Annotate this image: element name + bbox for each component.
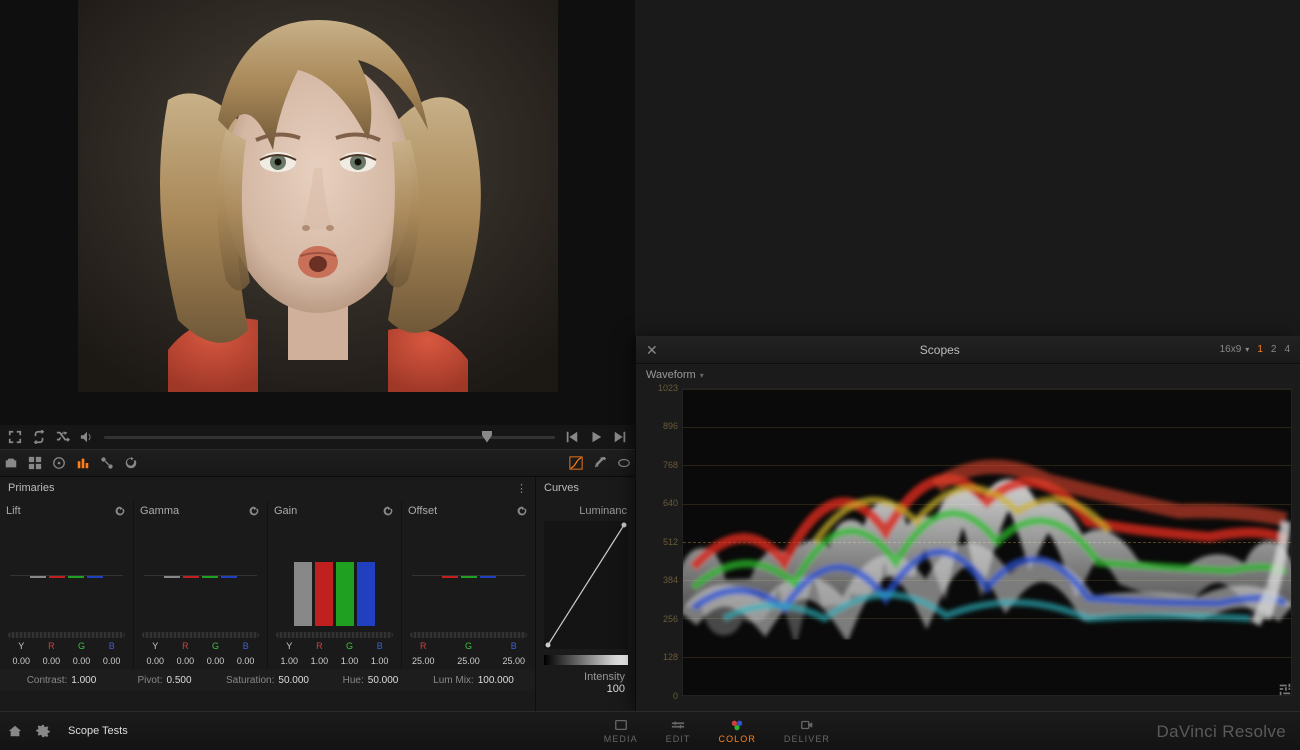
page-navbar: Scope Tests MEDIAEDITCOLORDELIVER	[0, 711, 1300, 750]
playback-bar	[0, 425, 635, 449]
nav-tab-media[interactable]: MEDIA	[590, 718, 652, 744]
loop-icon[interactable]	[32, 430, 46, 444]
bar-b[interactable]	[357, 562, 375, 626]
play-button[interactable]	[589, 430, 603, 444]
control-group-offset: Offset R25.00 G25.00 B25.00	[402, 501, 535, 669]
camera-raw-icon[interactable]	[4, 456, 18, 470]
param-hue:[interactable]: Hue:50.000	[319, 675, 422, 686]
project-name[interactable]: Scope Tests	[64, 725, 128, 737]
scope-settings-icon[interactable]	[1278, 682, 1292, 696]
qualifier-icon[interactable]	[617, 456, 631, 470]
expand-icon[interactable]	[8, 430, 22, 444]
param-pivot:[interactable]: Pivot:0.500	[113, 675, 216, 686]
param-lum mix:[interactable]: Lum Mix:100.000	[422, 675, 525, 686]
volume-icon[interactable]	[80, 430, 94, 444]
shuffle-icon[interactable]	[56, 430, 70, 444]
value-r[interactable]: R1.00	[305, 642, 334, 669]
curves-channel-label: Luminanc	[544, 501, 627, 521]
app-watermark: DaVinci Resolve	[1156, 722, 1286, 742]
color-toolbar	[0, 449, 635, 477]
value-b[interactable]: B0.00	[231, 642, 260, 669]
eyedropper-icon[interactable]	[593, 456, 607, 470]
bar-r[interactable]	[315, 562, 333, 626]
panel-menu-icon[interactable]: ⋮	[516, 482, 527, 495]
viewer-canvas[interactable]	[78, 0, 558, 392]
luma-ramp	[544, 655, 628, 665]
viewer-panel	[0, 0, 635, 430]
reset-icon[interactable]	[381, 504, 395, 518]
control-group-gain: Gain Y1.00R1.00G1.00B1.00	[268, 501, 402, 669]
intensity-value[interactable]: 100	[544, 683, 625, 695]
value-r[interactable]: R0.00	[171, 642, 200, 669]
curves-icon[interactable]	[569, 456, 583, 470]
home-icon[interactable]	[8, 724, 22, 738]
layout-4-button[interactable]: 4	[1284, 344, 1290, 355]
value-r[interactable]: R0.00	[37, 642, 66, 669]
value-b[interactable]: B1.00	[365, 642, 394, 669]
value-g[interactable]: G0.00	[201, 642, 230, 669]
nav-tab-edit[interactable]: EDIT	[652, 718, 705, 744]
intensity-label: Intensity	[584, 671, 625, 683]
preview-image	[78, 0, 558, 392]
nav-tab-deliver[interactable]: DELIVER	[770, 718, 844, 744]
scope-type-dropdown[interactable]: Waveform	[646, 369, 704, 381]
close-icon[interactable]: ✕	[646, 343, 660, 357]
primaries-title: Primaries	[8, 482, 516, 494]
nav-tab-color[interactable]: COLOR	[705, 718, 770, 744]
value-y[interactable]: Y1.00	[275, 642, 304, 669]
control-group-lift: Lift Y0.00R0.00G0.00B0.00	[0, 501, 134, 669]
value-r[interactable]: R25.00	[409, 642, 438, 669]
value-y[interactable]: Y0.00	[141, 642, 170, 669]
param-saturation:[interactable]: Saturation:50.000	[216, 675, 319, 686]
curves-panel: Curves Luminanc Intensity 100	[535, 477, 635, 711]
scopes-panel: ✕ Scopes 16x9 1 2 4 Waveform 10238967686…	[635, 336, 1300, 711]
curve-editor[interactable]	[544, 521, 628, 649]
bar-g[interactable]	[336, 562, 354, 626]
timeline-scrubber[interactable]	[104, 436, 555, 439]
control-group-gamma: Gamma Y0.00R0.00G0.00B0.00	[134, 501, 268, 669]
color-wheels-icon[interactable]	[52, 456, 66, 470]
param-contrast:[interactable]: Contrast:1.000	[10, 675, 113, 686]
scopes-title: Scopes	[660, 343, 1220, 357]
grid-icon[interactable]	[28, 456, 42, 470]
value-g[interactable]: G25.00	[454, 642, 483, 669]
primaries-panel: Primaries ⋮ LiftY0.00R0.00G0.00B0.00Gamm…	[0, 477, 535, 711]
scope-y-axis: 10238967686405123842561280	[642, 388, 680, 696]
value-g[interactable]: G1.00	[335, 642, 364, 669]
nodes-icon[interactable]	[100, 456, 114, 470]
value-b[interactable]: B0.00	[97, 642, 126, 669]
reset-icon[interactable]	[113, 504, 127, 518]
bar-y[interactable]	[294, 562, 312, 626]
group-label: Gamma	[140, 505, 179, 517]
next-clip-button[interactable]	[613, 430, 627, 444]
value-y[interactable]: Y0.00	[7, 642, 36, 669]
layout-2-button[interactable]: 2	[1271, 344, 1277, 355]
reset-icon[interactable]	[247, 504, 261, 518]
curves-title: Curves	[544, 482, 579, 494]
prev-clip-button[interactable]	[565, 430, 579, 444]
value-b[interactable]: B25.00	[499, 642, 528, 669]
waveform-scope[interactable]	[682, 388, 1292, 696]
layout-1-button[interactable]: 1	[1257, 344, 1263, 355]
group-label: Lift	[6, 505, 21, 517]
reset-icon[interactable]	[124, 456, 138, 470]
aspect-dropdown[interactable]: 16x9	[1220, 344, 1250, 355]
group-label: Gain	[274, 505, 297, 517]
playhead-icon[interactable]	[482, 431, 492, 443]
value-g[interactable]: G0.00	[67, 642, 96, 669]
group-label: Offset	[408, 505, 437, 517]
reset-icon[interactable]	[515, 504, 529, 518]
primaries-bars-icon[interactable]	[76, 456, 90, 470]
settings-icon[interactable]	[36, 724, 50, 738]
